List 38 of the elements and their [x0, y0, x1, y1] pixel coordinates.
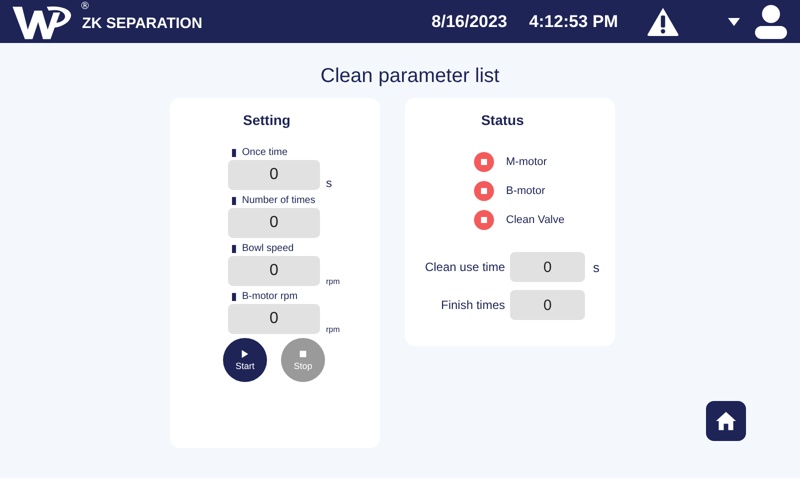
lamp-label: B-motor — [506, 185, 546, 197]
reading-label: Clean use time — [424, 260, 505, 274]
start-button[interactable]: Start — [223, 338, 267, 382]
page-title: Clean parameter list — [320, 65, 500, 88]
home-button[interactable] — [706, 401, 746, 441]
input-field[interactable]: 0 — [228, 160, 320, 190]
unit-label: s — [593, 260, 600, 274]
unit-label: rpm — [326, 325, 340, 334]
home-icon — [715, 411, 737, 431]
card-heading: Status — [480, 112, 525, 128]
input-field[interactable]: 0 — [228, 208, 320, 238]
dropdown-caret-icon[interactable] — [728, 18, 740, 26]
label-marker-icon — [232, 292, 236, 300]
unit-label: s — [326, 176, 332, 190]
warning-icon[interactable] — [646, 6, 680, 37]
label-marker-icon — [232, 196, 236, 204]
stop-icon — [299, 350, 307, 358]
brand-name: ZK SEPARATION — [82, 15, 202, 32]
reading-field: 0 — [510, 290, 585, 320]
reading-label: Finish times — [440, 298, 505, 312]
field-label: Once time — [242, 147, 288, 158]
reading-field: 0 — [510, 252, 585, 282]
play-icon — [241, 350, 249, 358]
date-text: 8/16/2023 — [432, 12, 508, 32]
lamp-label: Clean Valve — [506, 214, 564, 226]
label-marker-icon — [232, 148, 236, 156]
registered-mark: ® — [80, 0, 90, 12]
lamp-label: M-motor — [506, 156, 547, 168]
input-field[interactable]: 0 — [228, 304, 320, 334]
input-field[interactable]: 0 — [228, 256, 320, 286]
card-heading: Setting — [243, 112, 292, 128]
field-label: B-motor rpm — [242, 291, 298, 302]
field-label: Number of times — [242, 195, 316, 206]
unit-label: rpm — [326, 277, 340, 286]
user-icon[interactable] — [754, 4, 788, 40]
field-label: Bowl speed — [242, 243, 294, 254]
label-marker-icon — [232, 244, 236, 252]
time-text: 4:12:53 PM — [529, 12, 618, 32]
